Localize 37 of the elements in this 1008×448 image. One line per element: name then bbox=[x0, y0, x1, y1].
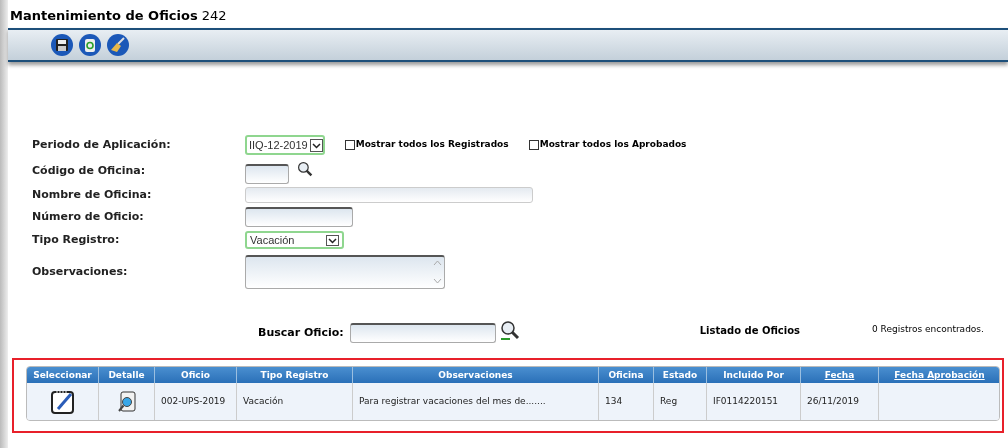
field-label: Número de Oficio: bbox=[32, 208, 145, 225]
record-count: 0 Registros encontrados. bbox=[872, 323, 984, 337]
office-name-field[interactable] bbox=[245, 187, 533, 203]
table-cell: IF0114220151 bbox=[707, 383, 801, 420]
document-magnifier-icon[interactable] bbox=[116, 390, 137, 413]
document-number-field[interactable] bbox=[245, 207, 353, 227]
table-cell: Reg bbox=[654, 383, 707, 420]
table-cell: 134 bbox=[599, 383, 654, 420]
notepad-pen-icon[interactable] bbox=[49, 388, 76, 415]
broom-icon[interactable] bbox=[106, 33, 130, 57]
observations-field[interactable] bbox=[245, 255, 445, 289]
checkbox-label: Mostrar todos los Aprobados bbox=[539, 138, 687, 152]
list-title: Listado de Oficios bbox=[699, 323, 801, 338]
table-cell: 002-UPS-2019 bbox=[155, 383, 237, 420]
save-icon[interactable] bbox=[50, 33, 74, 57]
table-cell: Para registrar vacaciones del mes de....... bbox=[353, 383, 599, 420]
search-field[interactable] bbox=[349, 323, 496, 343]
window-title: Mantenimiento de Oficios 242 bbox=[9, 7, 228, 25]
table-cell: 26/11/2019 bbox=[801, 383, 879, 420]
office-code-field[interactable] bbox=[245, 164, 289, 184]
period-select[interactable]: IIQ-12-2019 bbox=[245, 135, 325, 155]
field-label: Periodo de Aplicación: bbox=[32, 136, 172, 153]
field-label: Código de Oficina: bbox=[32, 162, 147, 179]
recycle-bin-icon[interactable] bbox=[78, 33, 102, 57]
table-cell: Vacación bbox=[237, 383, 353, 420]
search-label: Buscar Oficio: bbox=[258, 324, 344, 341]
caret-icon bbox=[326, 234, 339, 246]
field-label: Observaciones: bbox=[32, 263, 129, 280]
field-label: Nombre de Oficina: bbox=[32, 186, 153, 203]
search-icon[interactable] bbox=[297, 161, 313, 177]
checkbox[interactable] bbox=[344, 140, 355, 150]
field-label: Tipo Registro: bbox=[32, 231, 121, 248]
checkbox[interactable] bbox=[528, 140, 539, 150]
caret-icon bbox=[309, 138, 323, 152]
record-type-select[interactable]: Vacación bbox=[245, 231, 344, 249]
search-icon[interactable] bbox=[499, 320, 520, 340]
checkbox-label: Mostrar todos los Registrados bbox=[355, 138, 509, 152]
